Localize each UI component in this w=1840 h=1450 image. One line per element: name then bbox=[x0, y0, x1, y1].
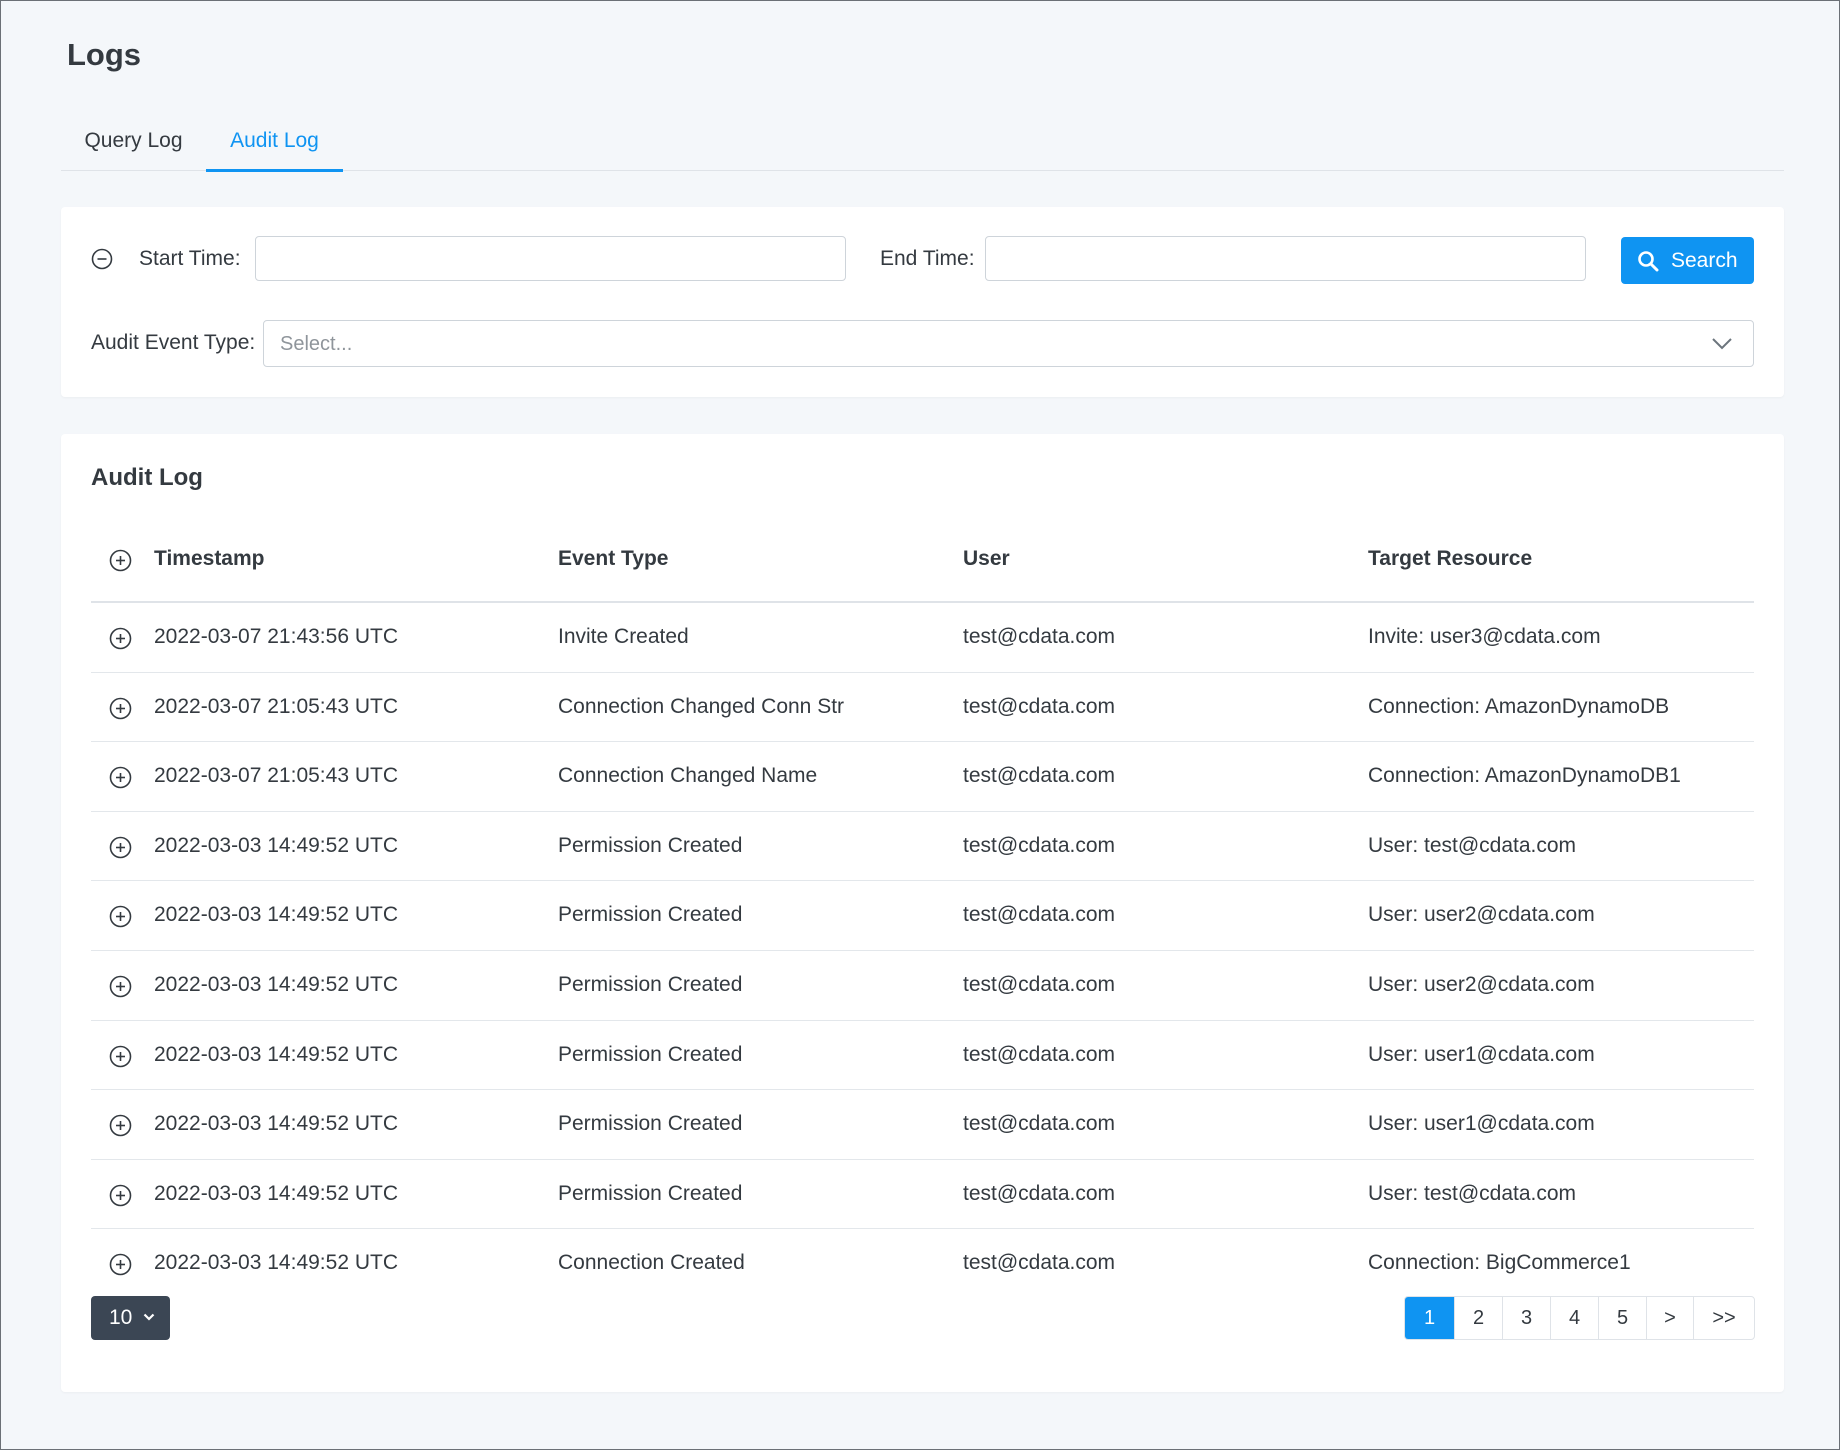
table-row[interactable]: 2022-03-03 14:49:52 UTC Permission Create… bbox=[91, 881, 1754, 951]
cell-target-resource: User: user2@cdata.com bbox=[1368, 903, 1595, 927]
cell-user: test@cdata.com bbox=[963, 972, 1116, 996]
audit-log-panel: Audit Log Timestamp Event Type User Targ… bbox=[61, 434, 1784, 1392]
column-header-timestamp[interactable]: Timestamp bbox=[154, 534, 265, 584]
cell-event-type: Connection Changed Name bbox=[558, 764, 818, 788]
table-header: Timestamp Event Type User Target Resourc… bbox=[91, 534, 1754, 603]
last-page-button[interactable]: >> bbox=[1694, 1297, 1754, 1339]
cell-target-resource: Connection: BigCommerce1 bbox=[1368, 1251, 1631, 1275]
table-body: 2022-03-07 21:43:56 UTC Invite Created tes… bbox=[91, 603, 1754, 1298]
column-header-target-resource[interactable]: Target Resource bbox=[1368, 534, 1532, 584]
cell-target-resource: User: user1@cdata.com bbox=[1368, 1042, 1595, 1066]
table-row[interactable]: 2022-03-07 21:43:56 UTC Invite Created tes… bbox=[91, 603, 1754, 673]
cell-timestamp: 2022-03-03 14:49:52 UTC bbox=[154, 1112, 398, 1136]
cell-timestamp: 2022-03-03 14:49:52 UTC bbox=[154, 972, 398, 996]
audit-log-table: Timestamp Event Type User Target Resourc… bbox=[91, 534, 1754, 1298]
column-header-event-type[interactable]: Event Type bbox=[558, 534, 668, 584]
page-size-select[interactable]: 10 bbox=[91, 1296, 170, 1340]
page-button-3[interactable]: 3 bbox=[1503, 1297, 1551, 1339]
cell-target-resource: User: user2@cdata.com bbox=[1368, 972, 1595, 996]
cell-user: test@cdata.com bbox=[963, 625, 1116, 648]
cell-timestamp: 2022-03-03 14:49:52 UTC bbox=[154, 833, 398, 857]
cell-event-type: Permission Created bbox=[558, 1112, 743, 1136]
audit-log-title: Audit Log bbox=[91, 464, 203, 491]
cell-user: test@cdata.com bbox=[963, 1112, 1116, 1136]
cell-timestamp: 2022-03-03 14:49:52 UTC bbox=[154, 1042, 398, 1066]
cell-timestamp: 2022-03-03 14:49:52 UTC bbox=[154, 1251, 398, 1275]
plus-circle-icon[interactable] bbox=[109, 975, 132, 998]
cell-timestamp: 2022-03-07 21:43:56 UTC bbox=[154, 625, 398, 648]
minus-circle-icon[interactable] bbox=[91, 248, 113, 270]
filter-panel: Start Time: End Time: Search Audit Event… bbox=[61, 207, 1784, 397]
cell-timestamp: 2022-03-07 21:05:43 UTC bbox=[154, 764, 398, 788]
tab-query-log[interactable]: Query Log bbox=[61, 121, 206, 170]
search-button[interactable]: Search bbox=[1621, 237, 1754, 284]
audit-event-type-placeholder: Select... bbox=[280, 333, 353, 355]
chevron-down-icon bbox=[1712, 338, 1732, 350]
plus-circle-icon[interactable] bbox=[109, 1114, 132, 1137]
table-row[interactable]: 2022-03-07 21:05:43 UTC Connection Change… bbox=[91, 742, 1754, 812]
cell-user: test@cdata.com bbox=[963, 764, 1116, 788]
cell-user: test@cdata.com bbox=[963, 694, 1116, 718]
plus-circle-icon[interactable] bbox=[109, 627, 132, 650]
page-size-value: 10 bbox=[109, 1306, 133, 1329]
cell-event-type: Connection Created bbox=[558, 1251, 745, 1275]
plus-circle-icon[interactable] bbox=[109, 1184, 132, 1207]
app-frame: Logs Query Log Audit Log Start Time: End… bbox=[0, 0, 1840, 1450]
expand-all-icon[interactable] bbox=[109, 549, 132, 572]
plus-circle-icon[interactable] bbox=[109, 1045, 132, 1068]
table-row[interactable]: 2022-03-03 14:49:52 UTC Permission Create… bbox=[91, 951, 1754, 1021]
plus-circle-icon[interactable] bbox=[109, 1253, 132, 1276]
start-time-label: Start Time: bbox=[139, 247, 241, 270]
cell-event-type: Connection Changed Conn Str bbox=[558, 694, 845, 718]
audit-event-type-select[interactable]: Select... bbox=[263, 320, 1754, 367]
start-time-input[interactable] bbox=[255, 236, 846, 281]
plus-circle-icon[interactable] bbox=[109, 766, 132, 789]
page-button-2[interactable]: 2 bbox=[1455, 1297, 1503, 1339]
cell-user: test@cdata.com bbox=[963, 903, 1116, 927]
page-button-4[interactable]: 4 bbox=[1551, 1297, 1599, 1339]
cell-event-type: Permission Created bbox=[558, 1181, 743, 1205]
end-time-label: End Time: bbox=[880, 247, 975, 270]
tab-audit-log[interactable]: Audit Log bbox=[206, 121, 343, 172]
cell-target-resource: Invite: user3@cdata.com bbox=[1368, 625, 1601, 648]
chevron-down-icon bbox=[143, 1313, 155, 1321]
audit-event-type-label: Audit Event Type: bbox=[91, 331, 256, 354]
cell-event-type: Permission Created bbox=[558, 903, 743, 927]
pagination: 1 2 3 4 5 > >> bbox=[1404, 1296, 1755, 1340]
table-row[interactable]: 2022-03-07 21:05:43 UTC Connection Change… bbox=[91, 673, 1754, 743]
cell-event-type: Permission Created bbox=[558, 833, 743, 857]
page-title: Logs bbox=[67, 37, 142, 72]
plus-circle-icon[interactable] bbox=[109, 905, 132, 928]
cell-user: test@cdata.com bbox=[963, 833, 1116, 857]
plus-circle-icon[interactable] bbox=[109, 697, 132, 720]
table-row[interactable]: 2022-03-03 14:49:52 UTC Permission Create… bbox=[91, 812, 1754, 882]
cell-target-resource: User: test@cdata.com bbox=[1368, 833, 1577, 857]
cell-timestamp: 2022-03-03 14:49:52 UTC bbox=[154, 903, 398, 927]
end-time-input[interactable] bbox=[985, 236, 1586, 281]
tab-bar: Query Log Audit Log bbox=[61, 121, 1784, 172]
cell-target-resource: User: user1@cdata.com bbox=[1368, 1112, 1595, 1136]
cell-event-type: Invite Created bbox=[558, 625, 689, 648]
column-header-user[interactable]: User bbox=[963, 534, 1010, 584]
cell-event-type: Permission Created bbox=[558, 1042, 743, 1066]
table-row[interactable]: 2022-03-03 14:49:52 UTC Permission Create… bbox=[91, 1021, 1754, 1091]
table-row[interactable]: 2022-03-03 14:49:52 UTC Permission Create… bbox=[91, 1090, 1754, 1160]
search-icon bbox=[1638, 251, 1659, 272]
cell-target-resource: Connection: AmazonDynamoDB bbox=[1368, 694, 1670, 718]
cell-target-resource: Connection: AmazonDynamoDB1 bbox=[1368, 764, 1681, 788]
table-row[interactable]: 2022-03-03 14:49:52 UTC Connection Create… bbox=[91, 1229, 1754, 1298]
next-page-button[interactable]: > bbox=[1647, 1297, 1694, 1339]
cell-user: test@cdata.com bbox=[963, 1251, 1116, 1275]
search-button-label: Search bbox=[1671, 249, 1738, 272]
page-button-1[interactable]: 1 bbox=[1405, 1297, 1455, 1339]
plus-circle-icon[interactable] bbox=[109, 836, 132, 859]
table-row[interactable]: 2022-03-03 14:49:52 UTC Permission Create… bbox=[91, 1160, 1754, 1230]
cell-user: test@cdata.com bbox=[963, 1181, 1116, 1205]
page-button-5[interactable]: 5 bbox=[1599, 1297, 1647, 1339]
cell-timestamp: 2022-03-03 14:49:52 UTC bbox=[154, 1181, 398, 1205]
cell-user: test@cdata.com bbox=[963, 1042, 1116, 1066]
cell-event-type: Permission Created bbox=[558, 972, 743, 996]
cell-target-resource: User: test@cdata.com bbox=[1368, 1181, 1577, 1205]
cell-timestamp: 2022-03-07 21:05:43 UTC bbox=[154, 694, 398, 718]
